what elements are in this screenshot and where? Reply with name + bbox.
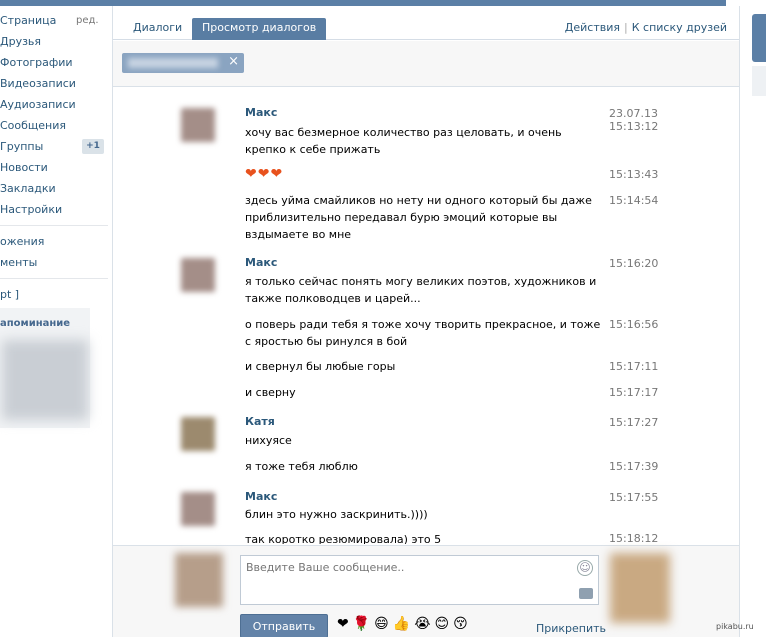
menu-label: Группы [0,140,44,153]
menu-item-friends[interactable]: Друзья [0,31,108,52]
menu-label: pt ] [0,288,20,301]
watermark: pikabu.ru [716,622,754,631]
reminder-blurred-content [2,340,88,420]
menu-label: Закладки [0,182,56,195]
menu-label: Настройки [0,203,63,216]
avatar[interactable] [181,108,215,142]
menu-item-groups[interactable]: Группы +1 [0,136,108,157]
menu-label: ожения [0,235,45,248]
edit-link[interactable]: ред. [76,10,99,31]
reminder-title: апоминание [0,318,71,329]
message-time: 15:17:27 [609,416,659,429]
menu-item-videos[interactable]: Видеозаписи [0,73,108,94]
groups-count-badge: +1 [82,139,104,154]
attach-link[interactable]: Прикрепить [536,622,606,635]
message-text: здесь уйма смайликов но нету ни одного к… [245,194,592,241]
menu-label: Видеозаписи [0,77,76,90]
avatar[interactable] [175,553,223,607]
smile-icon[interactable]: ☺ [577,560,593,576]
message-text: я только сейчас понять могу великих поэт… [245,275,597,305]
avatar[interactable] [610,553,670,623]
menu-item-audio[interactable]: Аудиозаписи [0,94,108,115]
menu-label: менты [0,256,38,269]
tab-view-dialogs[interactable]: Просмотр диалогов [192,18,327,40]
menu-item-settings[interactable]: Настройки [0,199,108,220]
message-time: 15:16:20 [609,257,659,270]
menu-item-apps[interactable]: ожения [0,231,108,252]
avatar[interactable] [181,258,215,292]
menu-label: Друзья [0,35,42,48]
message-text: и свернул бы любые горы [245,360,396,373]
menu-divider [0,278,108,279]
message-history[interactable]: Макс хочу вас безмерное количество раз ц… [175,92,675,544]
participant-chip[interactable]: × [122,53,244,73]
menu-item-documents[interactable]: менты [0,252,108,273]
close-icon[interactable]: × [228,54,239,69]
message-time: 15:16:56 [609,318,659,331]
message-time: 15:13:12 [609,120,659,133]
message-input[interactable] [240,555,599,605]
menu-label: Аудиозаписи [0,98,76,111]
separator: | [624,21,628,34]
menu-divider [0,225,108,226]
left-menu: Страница ред. Друзья Фотографии Видеозапи… [0,10,108,305]
sender-name[interactable]: Катя [245,415,275,428]
sender-name[interactable]: Макс [245,106,277,119]
message-time: 15:13:43 [609,168,659,181]
main-panel: Диалоги Просмотр диалогов Действия | К спи… [112,6,740,637]
message-time: 15:18:12 [609,532,659,544]
message-time: 15:14:54 [609,194,659,207]
message-text: я тоже тебя люблю [245,460,358,473]
sender-name[interactable]: Макс [245,490,277,503]
participant-name-blurred [128,58,218,68]
send-button[interactable]: Отправить [240,614,328,637]
message-text: так коротко резюмировала) это 5 [245,533,442,544]
message-text: нихуясе [245,434,292,447]
message-text: хочу вас безмерное количество раз целова… [245,126,562,156]
menu-item-messages[interactable]: Сообщения [0,115,108,136]
menu-label: Новости [0,161,48,174]
right-panel-tab[interactable] [752,14,766,62]
message-text: и сверну [245,386,296,399]
actions-link[interactable]: Действия [565,21,620,34]
camera-icon[interactable] [579,588,593,599]
message-time: 15:17:11 [609,360,659,373]
menu-label: Фотографии [0,56,73,69]
message-time: 15:17:17 [609,386,659,399]
message-time: 15:17:39 [609,460,659,473]
friends-list-link[interactable]: К списку друзей [632,21,727,34]
tab-actions: Действия | К списку друзей [565,21,727,34]
heart-emoji-group: ❤❤❤ [245,166,284,182]
menu-item-photos[interactable]: Фотографии [0,52,108,73]
message-text: о поверь ради тебя я тоже хочу творить п… [245,318,601,348]
emoji-quick-bar[interactable]: ❤🌹😄👍😭😊😚 [337,616,472,632]
menu-item-page[interactable]: Страница ред. [0,10,108,31]
message-time: 15:17:55 [609,491,659,504]
compose-area: ☺ Отправить ❤🌹😄👍😭😊😚 Прикрепить [113,545,739,637]
menu-label: Сообщения [0,119,67,132]
menu-label: Страница [0,14,57,27]
participant-filter-bar: × [113,41,739,87]
avatar[interactable] [181,417,215,451]
message-date: 23.07.13 [609,107,658,120]
menu-item-extra[interactable]: pt ] [0,284,108,305]
sender-name[interactable]: Макс [245,256,277,269]
right-panel-stub [752,66,766,96]
menu-item-bookmarks[interactable]: Закладки [0,178,108,199]
menu-item-news[interactable]: Новости [0,157,108,178]
message-text: блин это нужно заскринить.)))) [245,508,428,521]
tab-bar: Диалоги Просмотр диалогов Действия | К спи… [113,6,739,40]
tab-dialogs[interactable]: Диалоги [123,18,192,40]
avatar[interactable] [181,492,215,526]
